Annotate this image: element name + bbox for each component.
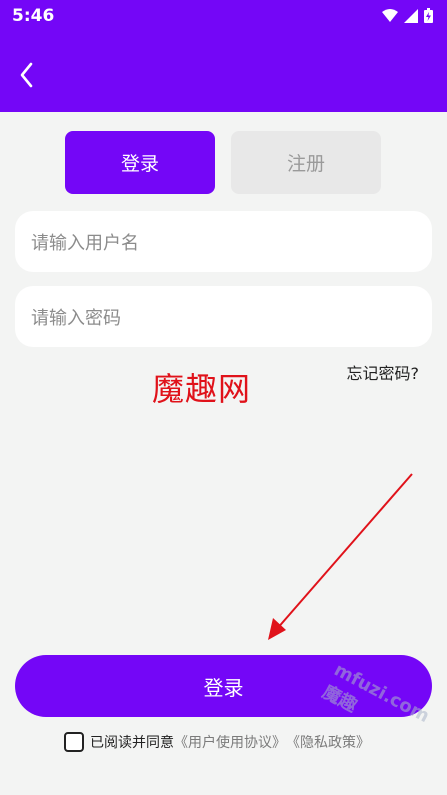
status-icons [382,8,433,23]
user-agreement-link[interactable]: 《用户使用协议》 [174,732,286,752]
privacy-policy-link[interactable]: 《隐私政策》 [286,732,370,752]
arrow-annotation [268,473,413,640]
back-button[interactable] [10,58,44,92]
status-bar: 5:46 [0,0,447,32]
tab-register[interactable]: 注册 [231,131,381,194]
username-input[interactable]: 请输入用户名 [15,211,432,272]
chevron-left-icon [20,62,33,88]
signal-icon [404,8,418,23]
watermark-text: 魔趣网 [152,370,252,408]
forgot-password-link[interactable]: 忘记密码? [347,360,420,384]
agreement-row: 已阅读并同意 《用户使用协议》 《隐私政策》 [64,732,370,752]
battery-icon [424,8,433,23]
password-input[interactable]: 请输入密码 [15,286,432,347]
password-placeholder: 请输入密码 [31,307,121,329]
status-time: 5:46 [12,6,55,26]
tab-login[interactable]: 登录 [65,131,215,194]
wifi-icon [382,8,398,22]
agreement-checkbox[interactable] [64,732,84,752]
app-bar [0,32,447,112]
username-placeholder: 请输入用户名 [31,232,139,254]
agreement-prefix: 已阅读并同意 [90,735,174,751]
